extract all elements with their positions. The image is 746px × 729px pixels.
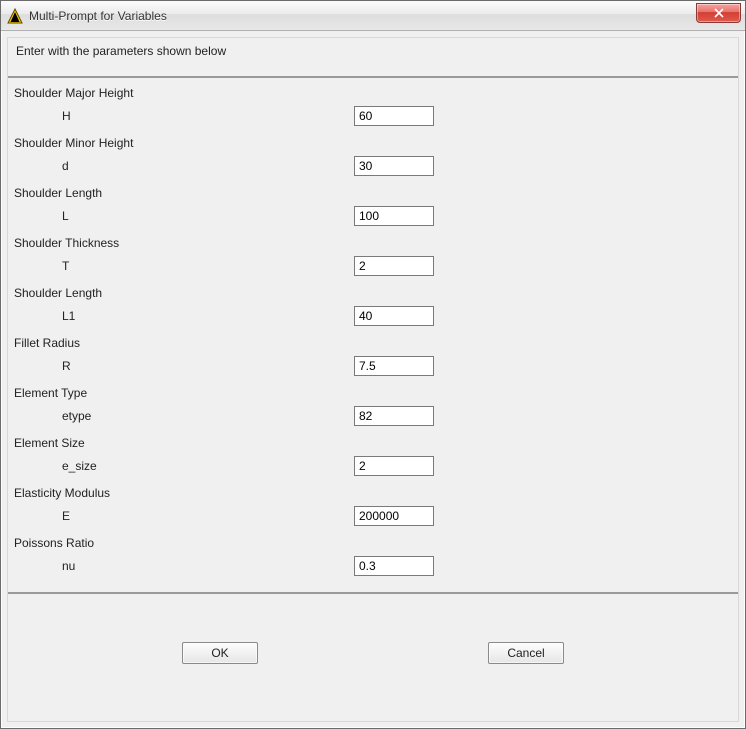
- input-R[interactable]: [354, 356, 434, 376]
- dialog-footer: OK Cancel: [8, 594, 738, 721]
- input-d[interactable]: [354, 156, 434, 176]
- input-nu[interactable]: [354, 556, 434, 576]
- field-row: E: [14, 504, 738, 532]
- dialog-content: Enter with the parameters shown below Sh…: [7, 37, 739, 722]
- window-title: Multi-Prompt for Variables: [29, 9, 167, 23]
- fields-container: Shoulder Major Height H Shoulder Minor H…: [8, 78, 738, 594]
- field-group: Shoulder Thickness T: [8, 232, 738, 282]
- var-name: T: [14, 259, 354, 273]
- field-row: T: [14, 254, 738, 282]
- field-group: Element Size e_size: [8, 432, 738, 482]
- var-name: nu: [14, 559, 354, 573]
- field-group: Shoulder Length L1: [8, 282, 738, 332]
- input-E[interactable]: [354, 506, 434, 526]
- var-name: etype: [14, 409, 354, 423]
- field-label: Poissons Ratio: [14, 534, 738, 554]
- close-icon: [714, 8, 724, 18]
- var-name: L1: [14, 309, 354, 323]
- input-e_size[interactable]: [354, 456, 434, 476]
- field-group: Shoulder Minor Height d: [8, 132, 738, 182]
- input-L1[interactable]: [354, 306, 434, 326]
- instruction-text: Enter with the parameters shown below: [8, 38, 738, 78]
- field-row: L1: [14, 304, 738, 332]
- field-label: Shoulder Length: [14, 184, 738, 204]
- field-group: Fillet Radius R: [8, 332, 738, 382]
- titlebar: Multi-Prompt for Variables: [1, 1, 745, 31]
- field-label: Elasticity Modulus: [14, 484, 738, 504]
- field-row: e_size: [14, 454, 738, 482]
- input-L[interactable]: [354, 206, 434, 226]
- var-name: L: [14, 209, 354, 223]
- cancel-button[interactable]: Cancel: [488, 642, 564, 664]
- var-name: e_size: [14, 459, 354, 473]
- field-group: Poissons Ratio nu: [8, 532, 738, 582]
- input-etype[interactable]: [354, 406, 434, 426]
- app-icon: [7, 8, 23, 24]
- field-group: Element Type etype: [8, 382, 738, 432]
- close-button[interactable]: [696, 3, 741, 23]
- field-label: Element Size: [14, 434, 738, 454]
- field-group: Elasticity Modulus E: [8, 482, 738, 532]
- field-label: Shoulder Length: [14, 284, 738, 304]
- var-name: E: [14, 509, 354, 523]
- field-row: L: [14, 204, 738, 232]
- var-name: H: [14, 109, 354, 123]
- var-name: R: [14, 359, 354, 373]
- dialog-window: Multi-Prompt for Variables Enter with th…: [0, 0, 746, 729]
- field-label: Fillet Radius: [14, 334, 738, 354]
- field-row: d: [14, 154, 738, 182]
- field-label: Shoulder Major Height: [14, 84, 738, 104]
- field-label: Shoulder Minor Height: [14, 134, 738, 154]
- field-row: H: [14, 104, 738, 132]
- field-row: etype: [14, 404, 738, 432]
- field-group: Shoulder Major Height H: [8, 82, 738, 132]
- field-label: Element Type: [14, 384, 738, 404]
- input-H[interactable]: [354, 106, 434, 126]
- field-row: R: [14, 354, 738, 382]
- field-row: nu: [14, 554, 738, 582]
- input-T[interactable]: [354, 256, 434, 276]
- ok-button[interactable]: OK: [182, 642, 258, 664]
- field-label: Shoulder Thickness: [14, 234, 738, 254]
- field-group: Shoulder Length L: [8, 182, 738, 232]
- var-name: d: [14, 159, 354, 173]
